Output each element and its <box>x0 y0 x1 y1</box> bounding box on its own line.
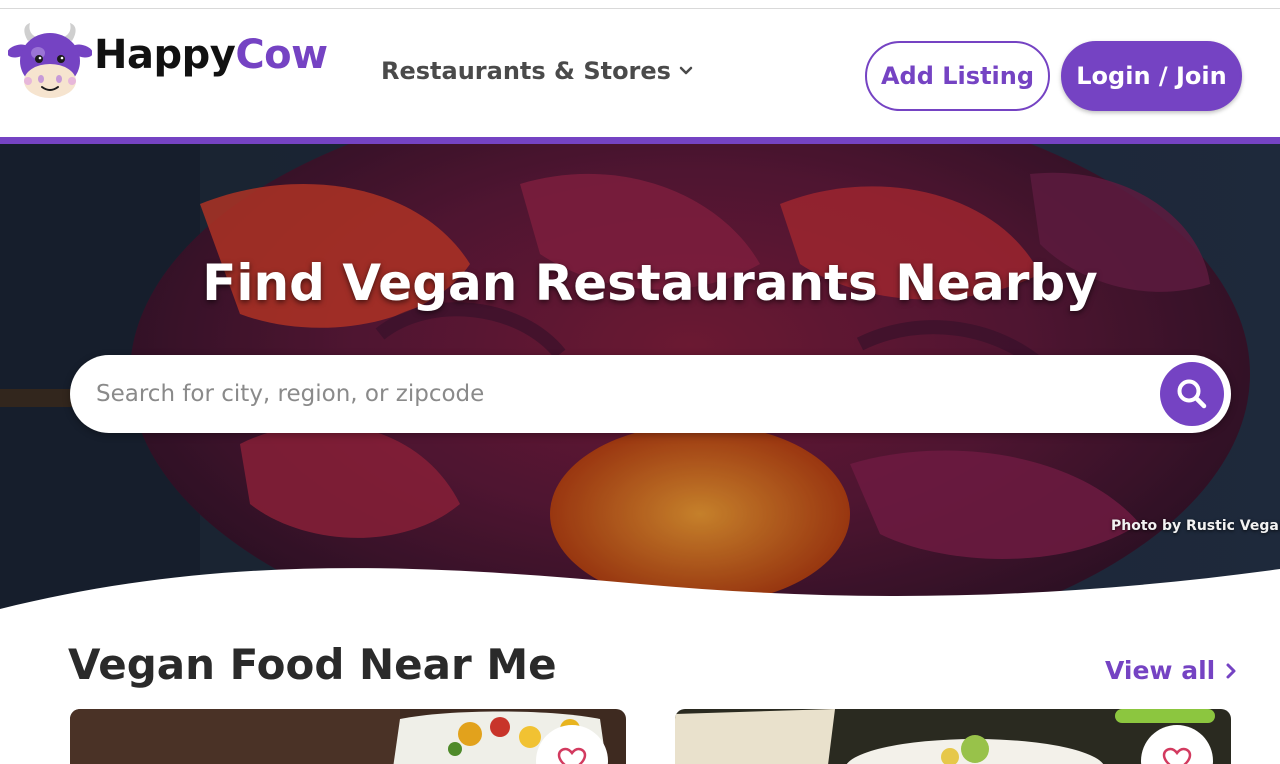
chevron-down-icon <box>679 66 693 75</box>
brand-name-cow: Cow <box>235 32 328 78</box>
heart-outline-icon <box>1162 747 1192 764</box>
search-button[interactable] <box>1160 362 1224 426</box>
location-search-input[interactable] <box>96 371 1146 417</box>
restaurant-card[interactable] <box>70 709 626 764</box>
chevron-right-icon <box>1226 663 1236 678</box>
restaurants-stores-label: Restaurants & Stores <box>381 57 671 85</box>
view-all-link[interactable]: View all <box>1105 656 1237 685</box>
add-listing-button[interactable]: Add Listing <box>865 41 1050 111</box>
view-all-label: View all <box>1105 656 1216 685</box>
cow-mascot-icon <box>8 23 92 98</box>
restaurants-stores-dropdown[interactable]: Restaurants & Stores <box>381 57 693 85</box>
brand-name-happy: Happy <box>94 32 236 78</box>
heart-outline-icon <box>557 747 587 764</box>
search-bar <box>70 355 1231 433</box>
brand-wordmark: HappyCow <box>94 32 328 78</box>
hero-banner: Find Vegan Restaurants Nearby Photo by R… <box>0 144 1280 614</box>
photo-credit: Photo by Rustic Vegan <box>1111 518 1280 534</box>
hero-title: Find Vegan Restaurants Nearby <box>202 254 1098 312</box>
section-title: Vegan Food Near Me <box>68 640 557 689</box>
search-icon <box>1177 379 1207 409</box>
restaurant-card[interactable] <box>675 709 1231 764</box>
header-accent-bar <box>0 137 1280 144</box>
logo[interactable]: HappyCow <box>8 23 328 99</box>
site-header: HappyCow Restaurants & Stores Add Listin… <box>0 9 1280 137</box>
login-join-button[interactable]: Login / Join <box>1061 41 1242 111</box>
